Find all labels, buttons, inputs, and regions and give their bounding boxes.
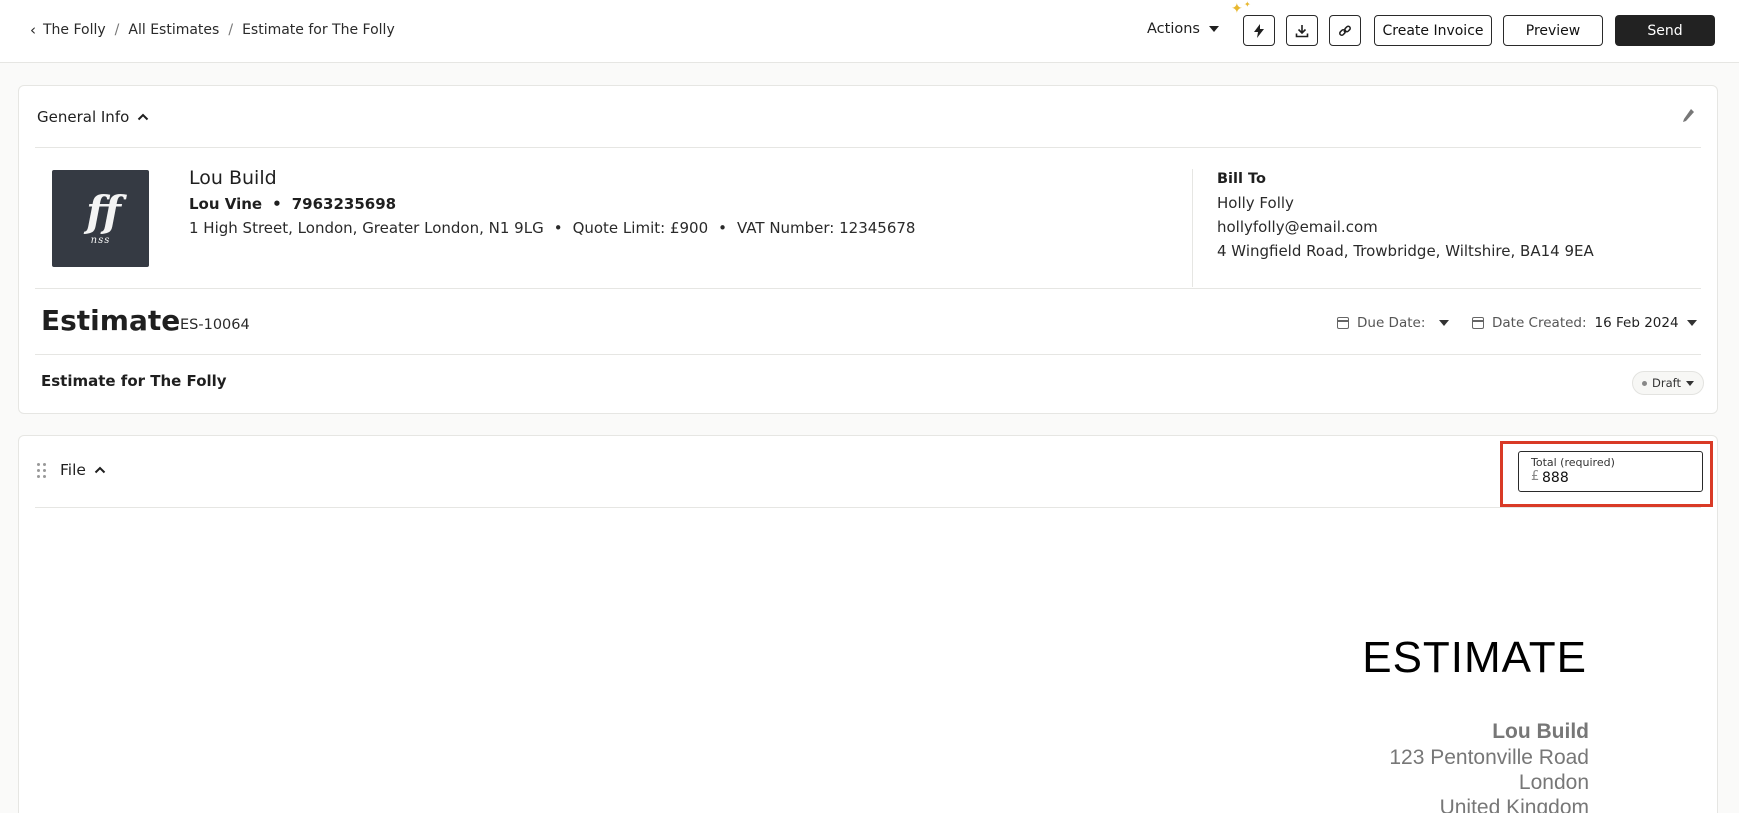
- drag-handle-icon[interactable]: [37, 462, 46, 478]
- document-company: Lou Build: [1492, 720, 1589, 743]
- chevron-left-icon[interactable]: ‹: [30, 21, 36, 39]
- logo-mark: ﬀ: [86, 187, 121, 236]
- company-contact: Lou Vine • 7963235698: [189, 195, 396, 213]
- breadcrumb-separator: /: [228, 22, 234, 38]
- divider: [35, 354, 1701, 355]
- document-address-line3: United Kingdom: [1439, 796, 1589, 813]
- bullet-separator: •: [718, 219, 727, 237]
- total-input[interactable]: [1542, 470, 1692, 486]
- copy-link-button[interactable]: [1329, 15, 1361, 46]
- caret-down-icon: [1439, 320, 1450, 326]
- file-card: File Total (required) £ ESTIMATE Lou Bui…: [18, 435, 1718, 813]
- file-title: File: [60, 461, 86, 479]
- automation-button[interactable]: [1243, 15, 1275, 46]
- preview-button[interactable]: Preview: [1503, 15, 1603, 46]
- document-address-line2: London: [1518, 771, 1589, 794]
- chevron-up-icon[interactable]: [94, 466, 106, 474]
- edit-general-info-button[interactable]: [1682, 108, 1695, 127]
- bullet-separator: •: [553, 219, 563, 237]
- status-dot-icon: [1642, 380, 1647, 386]
- calendar-icon: [1337, 317, 1349, 329]
- create-invoice-button[interactable]: Create Invoice: [1374, 15, 1492, 46]
- bullet-separator: •: [272, 195, 282, 213]
- caret-down-icon: [1686, 380, 1694, 386]
- caret-down-icon: [1686, 320, 1697, 326]
- quote-limit: Quote Limit: £900: [572, 219, 709, 237]
- breadcrumb: ‹ The Folly / All Estimates / Estimate f…: [30, 21, 395, 39]
- estimate-number: ES-10064: [180, 317, 250, 333]
- breadcrumb-current: Estimate for The Folly: [242, 22, 395, 38]
- divider: [35, 507, 1701, 508]
- general-info-toggle[interactable]: General Info: [37, 108, 149, 126]
- file-section-header: File: [37, 461, 106, 479]
- company-name: Lou Build: [189, 167, 277, 189]
- company-details: 1 High Street, London, Greater London, N…: [189, 219, 915, 237]
- due-date-picker[interactable]: Due Date:: [1337, 315, 1450, 331]
- download-icon: [1295, 24, 1309, 37]
- document-address-line1: 123 Pentonville Road: [1389, 746, 1589, 769]
- actions-dropdown[interactable]: Actions: [1147, 21, 1219, 37]
- caret-down-icon: [1208, 26, 1219, 32]
- date-created-label: Date Created:: [1492, 315, 1587, 331]
- status-badge[interactable]: Draft: [1632, 371, 1704, 395]
- vat-number: VAT Number: 12345678: [736, 219, 916, 237]
- breadcrumb-all-estimates[interactable]: All Estimates: [128, 22, 219, 38]
- general-info-card: General Info ﬀ nss Lou Build Lou Vine • …: [18, 85, 1718, 414]
- currency-symbol: £: [1531, 469, 1540, 484]
- bill-to-address: 4 Wingfield Road, Trowbridge, Wiltshire,…: [1217, 242, 1594, 260]
- bill-to-email: hollyfolly@email.com: [1217, 218, 1378, 236]
- document-heading: ESTIMATE: [1362, 633, 1587, 682]
- contact-name: Lou Vine: [189, 195, 263, 213]
- download-button[interactable]: [1286, 15, 1318, 46]
- date-created-value: 16 Feb 2024: [1594, 315, 1679, 331]
- divider: [35, 288, 1701, 289]
- chevron-up-icon: [138, 113, 149, 121]
- divider: [35, 147, 1701, 148]
- pencil-icon: [1683, 109, 1694, 122]
- calendar-icon: [1472, 317, 1484, 329]
- company-address: 1 High Street, London, Greater London, N…: [189, 219, 544, 237]
- estimate-subject: Estimate for The Folly: [41, 372, 227, 390]
- bill-to-name: Holly Folly: [1217, 194, 1294, 212]
- breadcrumb-the-folly[interactable]: The Folly: [43, 22, 106, 38]
- breadcrumb-separator: /: [114, 22, 120, 38]
- company-logo: ﬀ nss: [52, 170, 149, 267]
- top-bar: ‹ The Folly / All Estimates / Estimate f…: [0, 0, 1739, 63]
- due-date-label: Due Date:: [1357, 315, 1426, 331]
- total-label: Total (required): [1531, 456, 1615, 469]
- total-field[interactable]: Total (required) £: [1518, 451, 1703, 492]
- sparkle-icon: ✦: [1231, 1, 1243, 17]
- status-label: Draft: [1652, 376, 1681, 390]
- estimate-title: Estimate: [41, 304, 181, 337]
- general-info-title: General Info: [37, 108, 130, 126]
- link-icon: [1339, 25, 1351, 36]
- logo-subtext: nss: [90, 235, 111, 246]
- contact-phone: 7963235698: [291, 195, 397, 213]
- sparkle-small-icon: ✦: [1244, 0, 1251, 9]
- bill-to-label: Bill To: [1217, 171, 1266, 187]
- vertical-divider: [1192, 169, 1193, 287]
- send-button[interactable]: Send: [1615, 15, 1715, 46]
- lightning-icon: [1254, 23, 1264, 38]
- actions-label: Actions: [1147, 21, 1200, 37]
- date-created-picker[interactable]: Date Created: 16 Feb 2024: [1472, 315, 1697, 331]
